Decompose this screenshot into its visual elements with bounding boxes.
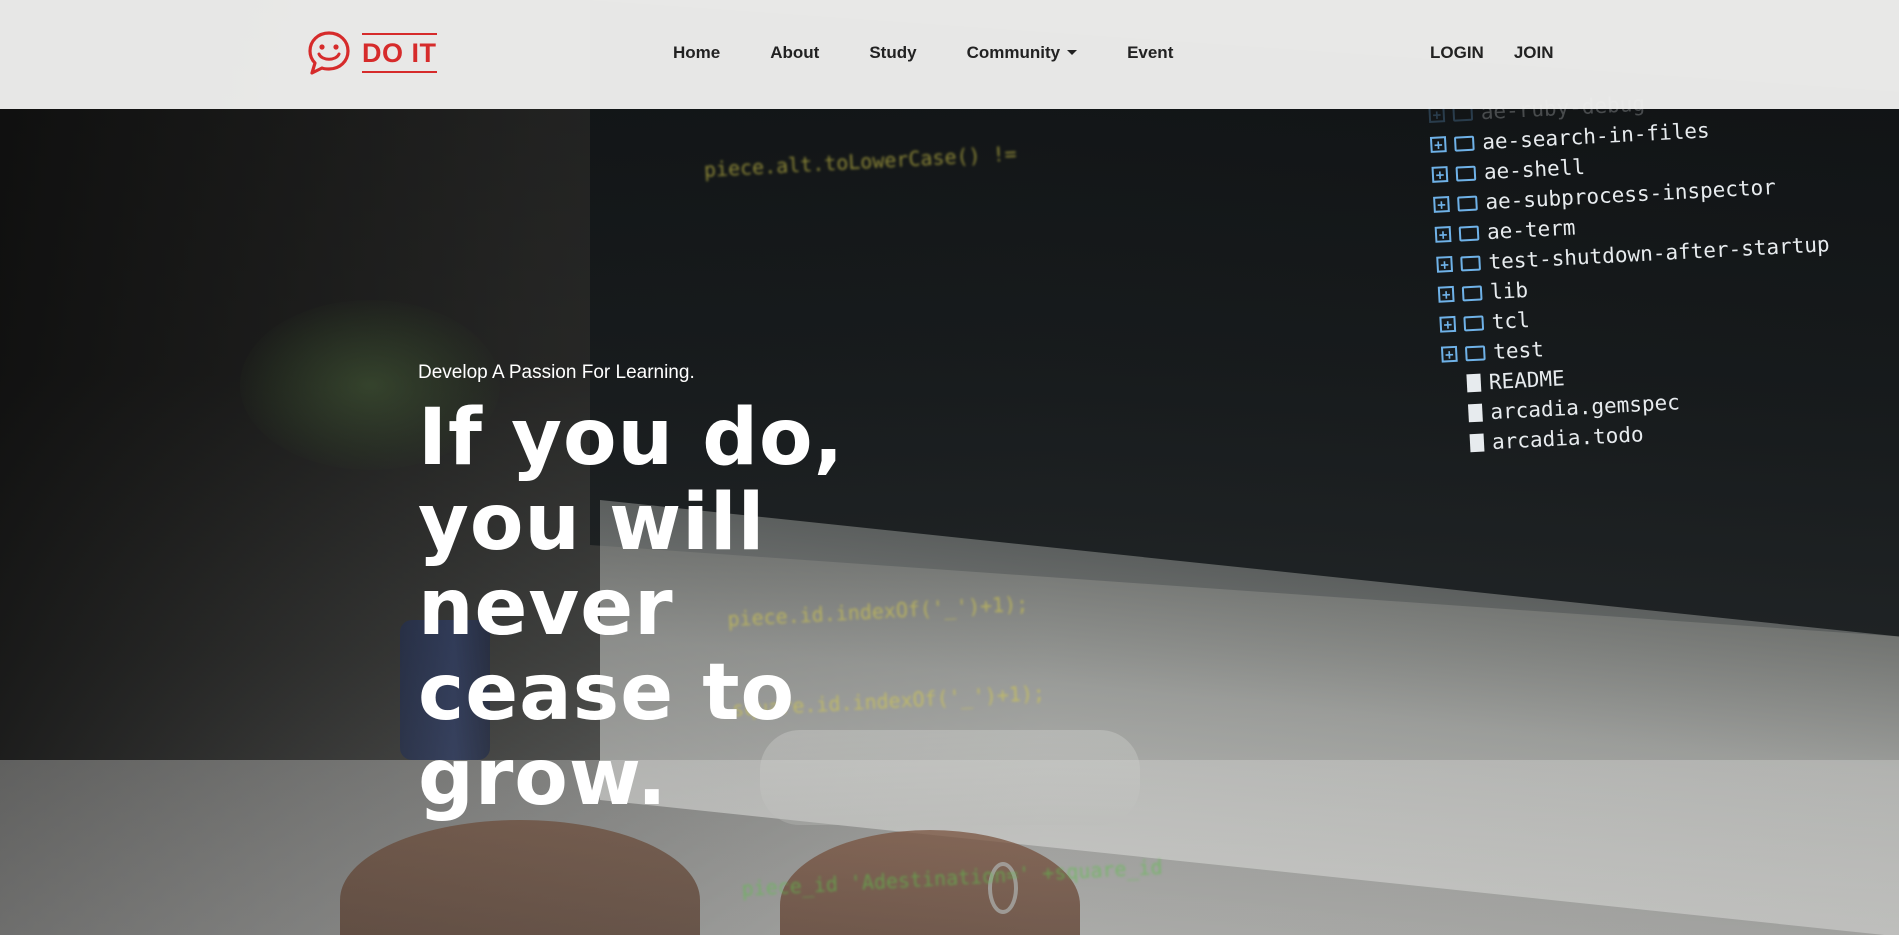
tree-label: ae-shell xyxy=(1483,154,1586,185)
tree-label: lib xyxy=(1489,278,1529,304)
folder-icon xyxy=(1458,225,1480,242)
folder-icon xyxy=(1460,254,1481,272)
login-link[interactable]: LOGIN xyxy=(1430,43,1484,63)
tree-label: README xyxy=(1488,366,1566,395)
plus-icon: + xyxy=(1429,136,1447,154)
nav-item-event[interactable]: Event xyxy=(1127,43,1173,63)
hero-content: Develop A Passion For Learning. If you d… xyxy=(418,362,898,821)
brand-name: DO IT xyxy=(362,33,437,73)
tree-label: arcadia.todo xyxy=(1491,422,1645,455)
file-icon xyxy=(1467,403,1483,423)
plus-icon: + xyxy=(1437,285,1455,304)
brand-logo-link[interactable]: DO IT xyxy=(306,30,437,76)
plus-icon: + xyxy=(1440,345,1458,363)
join-link[interactable]: JOIN xyxy=(1514,43,1554,63)
code-line: piece.alt.toLowerCase() != xyxy=(703,141,1018,182)
folder-icon xyxy=(1464,344,1486,361)
hero-title-line: If you do, xyxy=(418,393,845,483)
tree-label: ae-term xyxy=(1486,215,1577,245)
nav-item-home[interactable]: Home xyxy=(673,43,720,63)
folder-icon xyxy=(1457,195,1478,212)
main-nav: Home About Study Community Event xyxy=(673,0,1223,105)
plus-icon: + xyxy=(1436,255,1454,274)
auth-links: LOGIN JOIN xyxy=(1430,0,1584,105)
hero-title-line: never xyxy=(418,563,674,653)
plus-icon: + xyxy=(1439,315,1457,333)
hero-title-line: cease to xyxy=(418,648,796,738)
nav-item-community-label: Community xyxy=(966,42,1061,62)
file-icon xyxy=(1466,373,1482,393)
code-line: piece_id 'Adestination=' +square_id xyxy=(740,854,1164,901)
chevron-down-icon xyxy=(1067,50,1078,55)
nav-item-about[interactable]: About xyxy=(770,43,819,63)
smiley-chat-icon xyxy=(308,31,350,75)
folder-icon xyxy=(1463,314,1485,331)
hero-title: If you do, you will never cease to grow. xyxy=(418,396,898,821)
hero-tagline: Develop A Passion For Learning. xyxy=(418,362,695,383)
navbar: DO IT Home About Study Community Event L… xyxy=(0,0,1899,109)
tree-label: tcl xyxy=(1491,308,1531,334)
tree-label: test xyxy=(1492,337,1545,364)
page: piece.alt.toLowerCase() != piece.id.inde… xyxy=(0,0,1899,935)
plus-icon: + xyxy=(1434,225,1452,244)
background-file-tree: + ae-ruby-debug + ae-search-in-files + a… xyxy=(1428,79,1840,459)
nav-item-community[interactable]: Community xyxy=(967,43,1078,63)
folder-icon xyxy=(1461,284,1483,301)
plus-icon: + xyxy=(1431,166,1449,184)
hero-title-line: grow. xyxy=(418,733,668,823)
folder-icon xyxy=(1453,135,1475,152)
file-icon xyxy=(1469,433,1485,453)
hero-title-line: you will xyxy=(418,478,766,568)
plus-icon: + xyxy=(1433,196,1450,214)
nav-item-study[interactable]: Study xyxy=(869,43,916,63)
folder-icon xyxy=(1455,165,1477,182)
